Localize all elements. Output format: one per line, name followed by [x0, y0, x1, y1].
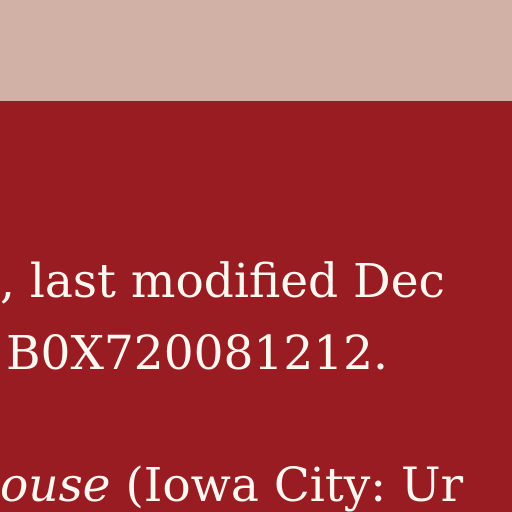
document-identifier-line: B0X720081212.	[6, 326, 388, 381]
italic-title-fragment: ouse	[0, 458, 111, 512]
citation-line: ouse (Iowa City: Ur	[0, 462, 463, 509]
header-band	[0, 0, 512, 101]
citation-publisher-fragment: (Iowa City: Ur	[110, 458, 464, 512]
document-text-line: , last modified Dec	[0, 254, 445, 309]
document-page: , last modified Dec B0X720081212. ouse (…	[0, 0, 512, 512]
